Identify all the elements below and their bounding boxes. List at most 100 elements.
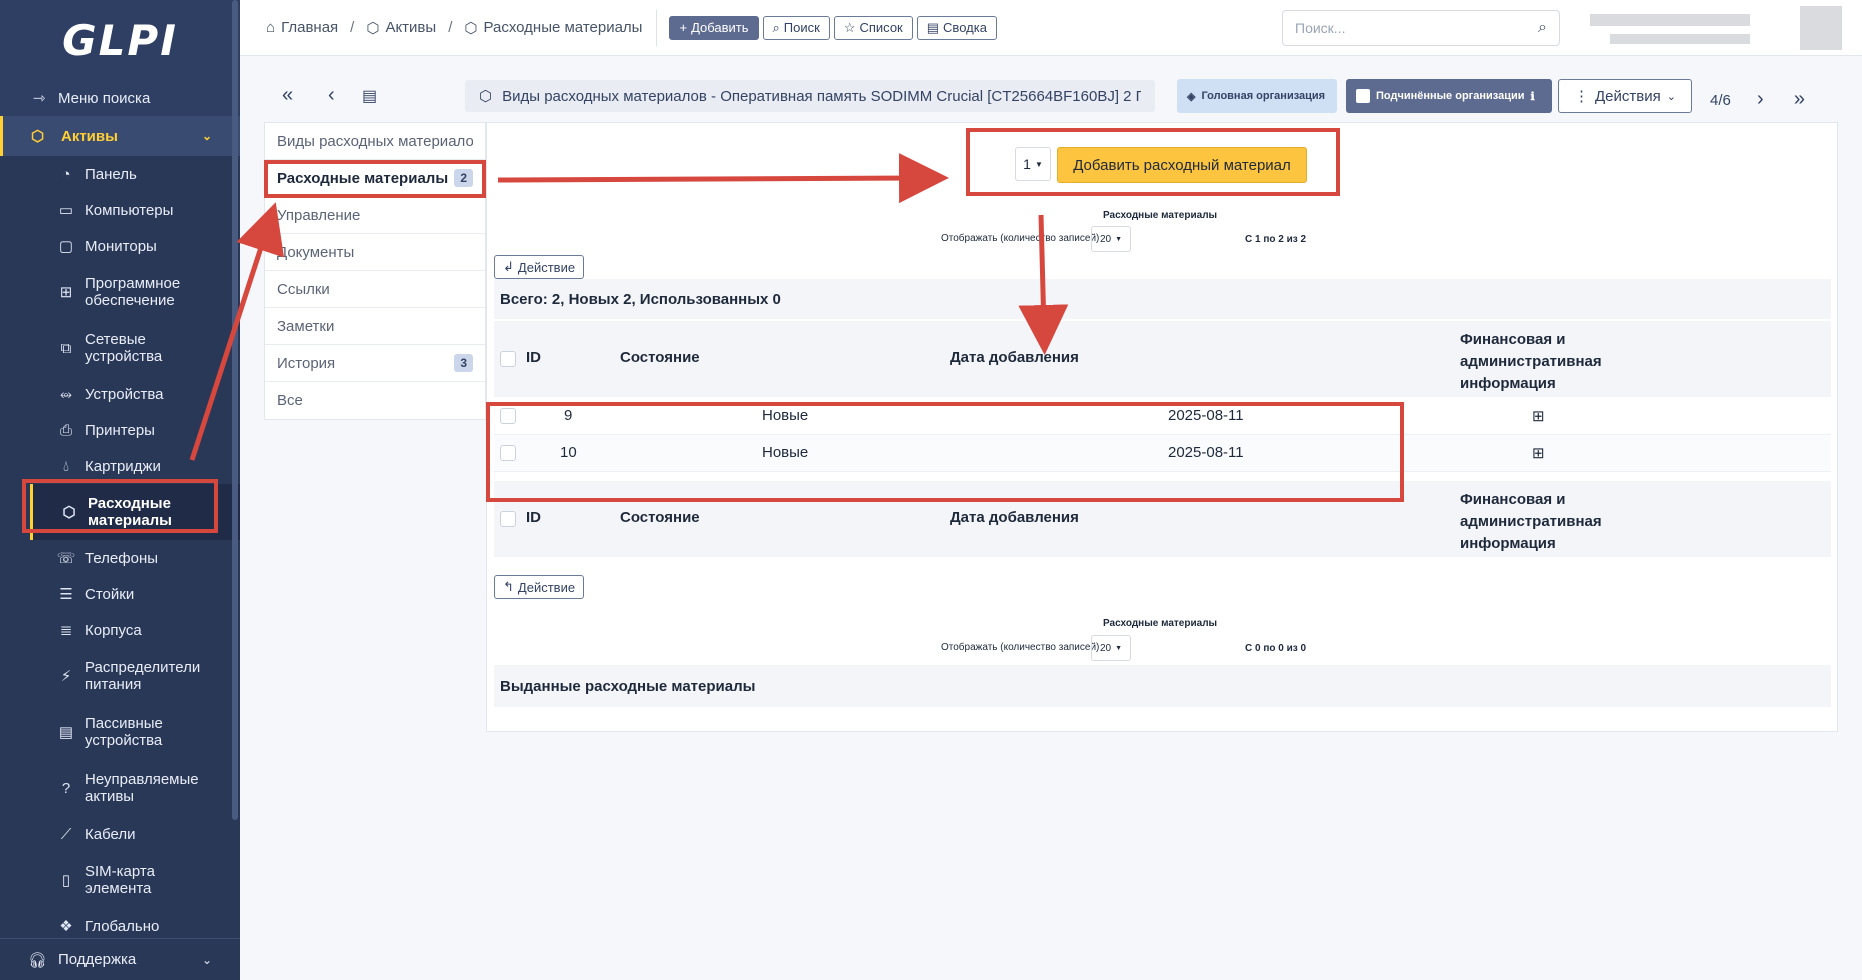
breadcrumb-consumables[interactable]: Расходные материалы [483,19,642,36]
caret-down-icon: ▼ [1115,235,1123,243]
per-page-select[interactable]: 20 ▼ [1091,226,1131,252]
quantity-select[interactable]: 1 ▼ [1015,147,1051,181]
actions-dropdown[interactable]: ⋮ Действия ⌄ [1558,79,1692,113]
corner-arrow-icon: ↰ [503,579,514,594]
issued-consumables-header: Выданные расходные материалы [494,665,1831,707]
caret-down-icon: ▼ [1115,644,1123,652]
row-checkbox[interactable] [500,445,516,461]
totals-row: Всего: 2, Новых 2, Использованных 0 [494,279,1831,319]
previous-item-icon[interactable]: ‹ [328,84,335,107]
item-tabs: Виды расходных материалов Расходные мате… [264,122,486,420]
add-button[interactable]: + Добавить [669,15,759,40]
breadcrumb-assets[interactable]: Активы [385,19,436,36]
printer-icon: ⎙ [59,421,72,439]
sidebar-item-monitors[interactable]: ▢ Мониторы [30,228,240,264]
tab-history[interactable]: История 3 [265,345,485,382]
tab-management[interactable]: Управление [265,197,485,234]
droplet-icon: 💧︎ [62,457,69,475]
arrow-right-icon: ⇾ [32,90,46,107]
tab-consumables[interactable]: Расходные материалы 2 [265,160,485,197]
sidebar-item-cartridges[interactable]: 💧︎ Картриджи [30,448,240,484]
summary-button[interactable]: ▤ Сводка [916,15,997,40]
sim-icon: ▯ [61,872,71,889]
corner-arrow-icon: ↲ [503,259,514,274]
home-icon: ⌂ [266,19,276,36]
tab-documents[interactable]: Документы [265,234,485,271]
massive-action-button[interactable]: ↲ Действие [494,255,585,279]
breadcrumb-home[interactable]: Главная [281,19,338,36]
sidebar-item-phones[interactable]: ☏ Телефоны [30,540,240,576]
range-info: С 1 по 2 из 2 [1245,234,1307,245]
show-label: Отображать (количество записей) [941,642,1100,653]
entity-badge[interactable]: ◈ Головная организация [1177,79,1337,113]
last-item-icon[interactable]: » [1794,88,1805,110]
tab-links[interactable]: Ссылки [265,271,485,308]
globe-icon: ❖ [59,918,73,935]
tab-all[interactable]: Все [265,382,485,419]
package-icon: ⬡ [479,88,493,105]
package-icon: ⬡ [31,128,45,145]
first-item-icon[interactable]: « [282,84,293,107]
add-consumable-button[interactable]: Добавить расходный материал [1057,147,1307,183]
cable-icon: ⟋ [60,825,72,843]
row-checkbox[interactable] [500,408,516,424]
add-infocom-icon[interactable]: ⊞ [1532,444,1545,462]
plug-icon: ⚡︎ [60,668,72,685]
sidebar-item-dashboard[interactable]: ◔ Панель [30,156,240,192]
sidebar-item-racks[interactable]: ☰ Стойки [30,576,240,612]
laptop-icon: ▭ [58,202,74,219]
subentities-toggle[interactable]: Подчинённые организации ℹ [1346,79,1552,113]
sidebar-item-enclosures[interactable]: ≣ Корпуса [30,612,240,648]
item-header: « ‹ ▤ ⬡ Виды расходных материалов - Опер… [240,76,1862,120]
list-button[interactable]: ☆ Список [833,15,913,40]
sidebar-section-support[interactable]: 🎧︎ Поддержка ⌄ [0,938,240,980]
sidebar-item-cables[interactable]: ⟋ Кабели [30,816,240,852]
user-menu[interactable] [1590,6,1850,54]
massive-action-button-bottom[interactable]: ↰ Действие [494,575,585,599]
apps-icon: ⊞ [59,284,73,301]
star-icon: ☆ [843,19,856,35]
sidebar-item-network[interactable]: ⧉ Сетевые устройства [30,320,240,376]
entity-icon: ◈ [1187,90,1196,103]
list-icon: ≣ [59,622,73,639]
headset-icon: 🎧︎ [28,951,48,969]
next-item-icon[interactable]: › [1757,88,1764,110]
table-row[interactable]: 9 Новые 2025-08-11 ⊞ [494,398,1831,435]
add-infocom-icon[interactable]: ⊞ [1532,407,1545,425]
sidebar-item-software[interactable]: ⊞ Программное обеспечение [30,264,240,320]
list-view-icon[interactable]: ▤ [362,86,377,106]
sidebar-item-sim[interactable]: ▯ SIM-карта элемента [30,852,240,908]
sidebar-item-devices[interactable]: ⥈ Устройства [30,376,240,412]
sidebar-search-menu[interactable]: ⇾ Меню поиска [0,80,240,116]
select-all-checkbox[interactable] [500,351,516,367]
global-search-input[interactable]: Поиск... ⌕ [1282,10,1560,46]
chevron-down-icon: ⌄ [1666,90,1676,103]
book-icon: ▤ [926,19,940,35]
glpi-logo[interactable]: GLPI [0,0,240,80]
phone-icon: ☏ [56,550,76,567]
sidebar-section-assets[interactable]: ⬡ Активы ⌄ [0,116,240,156]
subentities-checkbox[interactable] [1356,89,1370,103]
more-vertical-icon: ⋮ [1574,88,1590,105]
tab-consumable-types[interactable]: Виды расходных материалов [265,123,485,160]
box-icon: ▤ [58,724,74,741]
tab-count-badge: 3 [454,354,473,372]
sidebar-item-printers[interactable]: ⎙ Принтеры [30,412,240,448]
sidebar-item-consumables[interactable]: ⬡ Расходные материалы [30,484,240,540]
sidebar-item-computers[interactable]: ▭ Компьютеры [30,192,240,228]
sidebar-item-passive[interactable]: ▤ Пассивные устройства [30,704,240,760]
sidebar-item-unmanaged[interactable]: ? Неуправляемые активы [30,760,240,816]
table-footer-header: ID Состояние Дата добавления Финансовая … [494,481,1831,557]
per-page-select[interactable]: 20 ▼ [1091,635,1131,661]
search-icon[interactable]: ⌕ [1538,19,1547,37]
sidebar-item-pdus[interactable]: ⚡︎ Распределители питания [30,648,240,704]
table-header: ID Состояние Дата добавления Финансовая … [494,321,1831,397]
sidebar-scrollbar[interactable] [232,0,238,820]
table-row[interactable]: 10 Новые 2025-08-11 ⊞ [494,435,1831,472]
consumables-panel: 1 ▼ Добавить расходный материал Расходные… [486,122,1838,732]
chevron-down-icon: ⌄ [201,952,212,967]
tab-notes[interactable]: Заметки [265,308,485,345]
select-all-checkbox[interactable] [500,511,516,527]
sidebar-assets-submenu: ◔ Панель ▭ Компьютеры ▢ Мониторы ⊞ Программн… [0,156,240,944]
search-button[interactable]: ⌕ Поиск [762,15,830,40]
